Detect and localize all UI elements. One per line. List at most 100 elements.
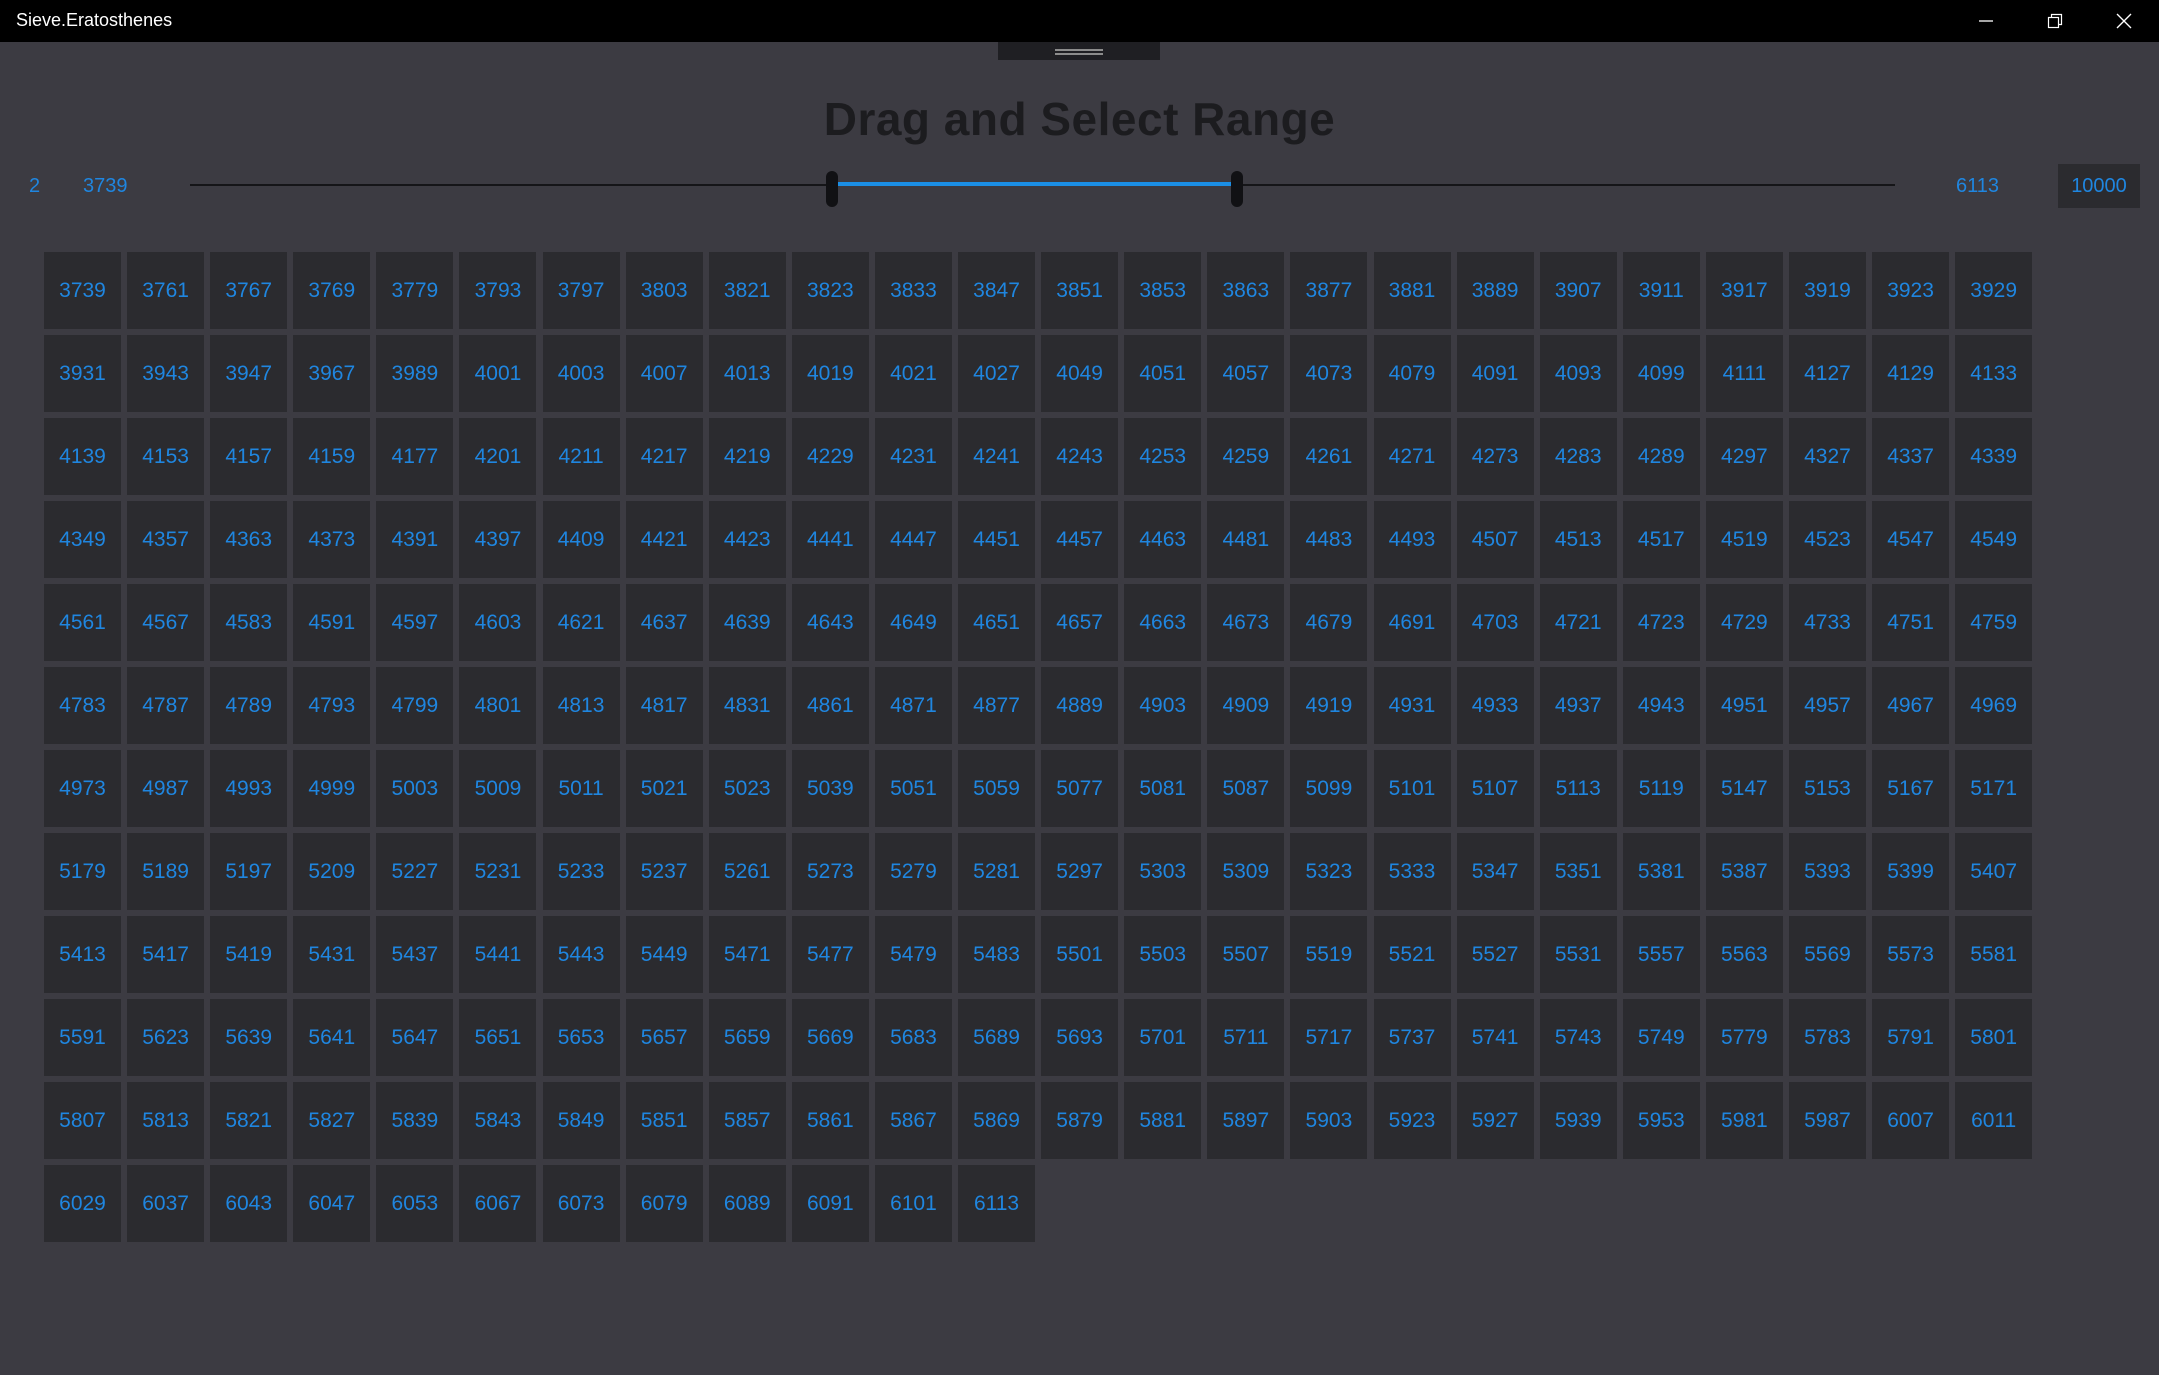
prime-cell[interactable]: 5351 xyxy=(1539,833,1617,910)
prime-cell[interactable]: 5953 xyxy=(1622,1082,1700,1159)
prime-cell[interactable]: 3877 xyxy=(1290,252,1368,329)
prime-cell[interactable]: 5443 xyxy=(542,916,620,993)
prime-cell[interactable]: 4523 xyxy=(1788,501,1866,578)
prime-cell[interactable]: 5441 xyxy=(459,916,537,993)
prime-cell[interactable]: 4931 xyxy=(1373,667,1451,744)
prime-cell[interactable]: 4271 xyxy=(1373,418,1451,495)
prime-cell[interactable]: 5839 xyxy=(376,1082,454,1159)
prime-cell[interactable]: 5023 xyxy=(708,750,786,827)
prime-cell[interactable]: 4261 xyxy=(1290,418,1368,495)
prime-cell[interactable]: 4783 xyxy=(44,667,121,744)
prime-cell[interactable]: 4651 xyxy=(958,584,1036,661)
prime-cell[interactable]: 5081 xyxy=(1124,750,1202,827)
prime-cell[interactable]: 5197 xyxy=(210,833,288,910)
prime-cell[interactable]: 4903 xyxy=(1124,667,1202,744)
prime-cell[interactable]: 4283 xyxy=(1539,418,1617,495)
prime-cell[interactable]: 5407 xyxy=(1955,833,2033,910)
prime-cell[interactable]: 5801 xyxy=(1955,999,2033,1076)
prime-cell[interactable]: 5003 xyxy=(376,750,454,827)
prime-cell[interactable]: 4421 xyxy=(625,501,703,578)
prime-cell[interactable]: 4507 xyxy=(1456,501,1534,578)
prime-cell[interactable]: 5297 xyxy=(1041,833,1119,910)
prime-cell[interactable]: 5861 xyxy=(791,1082,869,1159)
prime-cell[interactable]: 3911 xyxy=(1622,252,1700,329)
prime-cell[interactable]: 5657 xyxy=(625,999,703,1076)
prime-cell[interactable]: 4241 xyxy=(958,418,1036,495)
prime-cell[interactable]: 5927 xyxy=(1456,1082,1534,1159)
restore-button[interactable] xyxy=(2020,0,2089,42)
prime-cell[interactable]: 4967 xyxy=(1872,667,1950,744)
prime-cell[interactable]: 5903 xyxy=(1290,1082,1368,1159)
prime-cell[interactable]: 5897 xyxy=(1207,1082,1285,1159)
prime-cell[interactable]: 5113 xyxy=(1539,750,1617,827)
range-slider-low-thumb[interactable] xyxy=(826,171,838,207)
prime-cell[interactable]: 6089 xyxy=(708,1165,786,1242)
prime-cell[interactable]: 4157 xyxy=(210,418,288,495)
prime-cell[interactable]: 3833 xyxy=(874,252,952,329)
prime-cell[interactable]: 4363 xyxy=(210,501,288,578)
prime-cell[interactable]: 5413 xyxy=(44,916,121,993)
prime-cell[interactable]: 4723 xyxy=(1622,584,1700,661)
prime-cell[interactable]: 3779 xyxy=(376,252,454,329)
prime-cell[interactable]: 3851 xyxy=(1041,252,1119,329)
prime-cell[interactable]: 4057 xyxy=(1207,335,1285,412)
prime-cell[interactable]: 4259 xyxy=(1207,418,1285,495)
prime-cell[interactable]: 4517 xyxy=(1622,501,1700,578)
prime-cell[interactable]: 5851 xyxy=(625,1082,703,1159)
prime-cell[interactable]: 5167 xyxy=(1872,750,1950,827)
prime-cell[interactable]: 4021 xyxy=(874,335,952,412)
prime-cell[interactable]: 4657 xyxy=(1041,584,1119,661)
prime-cell[interactable]: 4759 xyxy=(1955,584,2033,661)
prime-cell[interactable]: 4933 xyxy=(1456,667,1534,744)
prime-cell[interactable]: 5639 xyxy=(210,999,288,1076)
prime-cell[interactable]: 4591 xyxy=(293,584,371,661)
prime-cell[interactable]: 4999 xyxy=(293,750,371,827)
prime-cell[interactable]: 3989 xyxy=(376,335,454,412)
prime-cell[interactable]: 5923 xyxy=(1373,1082,1451,1159)
prime-cell[interactable]: 4679 xyxy=(1290,584,1368,661)
prime-cell[interactable]: 4637 xyxy=(625,584,703,661)
prime-cell[interactable]: 4969 xyxy=(1955,667,2033,744)
prime-cell[interactable]: 4111 xyxy=(1705,335,1783,412)
prime-cell[interactable]: 6053 xyxy=(376,1165,454,1242)
prime-cell[interactable]: 4139 xyxy=(44,418,121,495)
prime-cell[interactable]: 5981 xyxy=(1705,1082,1783,1159)
prime-cell[interactable]: 5147 xyxy=(1705,750,1783,827)
prime-cell[interactable]: 4603 xyxy=(459,584,537,661)
prime-cell[interactable]: 5867 xyxy=(874,1082,952,1159)
prime-cell[interactable]: 4703 xyxy=(1456,584,1534,661)
prime-cell[interactable]: 3821 xyxy=(708,252,786,329)
prime-cell[interactable]: 4909 xyxy=(1207,667,1285,744)
prime-cell[interactable]: 4889 xyxy=(1041,667,1119,744)
prime-cell[interactable]: 5821 xyxy=(210,1082,288,1159)
prime-cell[interactable]: 4817 xyxy=(625,667,703,744)
prime-cell[interactable]: 4357 xyxy=(127,501,205,578)
prime-cell[interactable]: 5077 xyxy=(1041,750,1119,827)
prime-cell[interactable]: 4643 xyxy=(791,584,869,661)
prime-cell[interactable]: 4201 xyxy=(459,418,537,495)
prime-cell[interactable]: 5209 xyxy=(293,833,371,910)
prime-cell[interactable]: 5939 xyxy=(1539,1082,1617,1159)
prime-cell[interactable]: 5437 xyxy=(376,916,454,993)
prime-cell[interactable]: 6073 xyxy=(542,1165,620,1242)
prime-cell[interactable]: 4049 xyxy=(1041,335,1119,412)
prime-cell[interactable]: 5711 xyxy=(1207,999,1285,1076)
prime-cell[interactable]: 5101 xyxy=(1373,750,1451,827)
prime-cell[interactable]: 4243 xyxy=(1041,418,1119,495)
prime-cell[interactable]: 5531 xyxy=(1539,916,1617,993)
prime-cell[interactable]: 4409 xyxy=(542,501,620,578)
prime-cell[interactable]: 3907 xyxy=(1539,252,1617,329)
prime-cell[interactable]: 3761 xyxy=(127,252,205,329)
prime-cell[interactable]: 5791 xyxy=(1872,999,1950,1076)
prime-cell[interactable]: 4799 xyxy=(376,667,454,744)
prime-cell[interactable]: 4987 xyxy=(127,750,205,827)
prime-cell[interactable]: 5881 xyxy=(1124,1082,1202,1159)
prime-cell[interactable]: 4007 xyxy=(625,335,703,412)
prime-cell[interactable]: 5519 xyxy=(1290,916,1368,993)
prime-cell[interactable]: 5099 xyxy=(1290,750,1368,827)
prime-cell[interactable]: 5749 xyxy=(1622,999,1700,1076)
prime-cell[interactable]: 5471 xyxy=(708,916,786,993)
prime-cell[interactable]: 4463 xyxy=(1124,501,1202,578)
prime-cell[interactable]: 5693 xyxy=(1041,999,1119,1076)
prime-cell[interactable]: 5399 xyxy=(1872,833,1950,910)
